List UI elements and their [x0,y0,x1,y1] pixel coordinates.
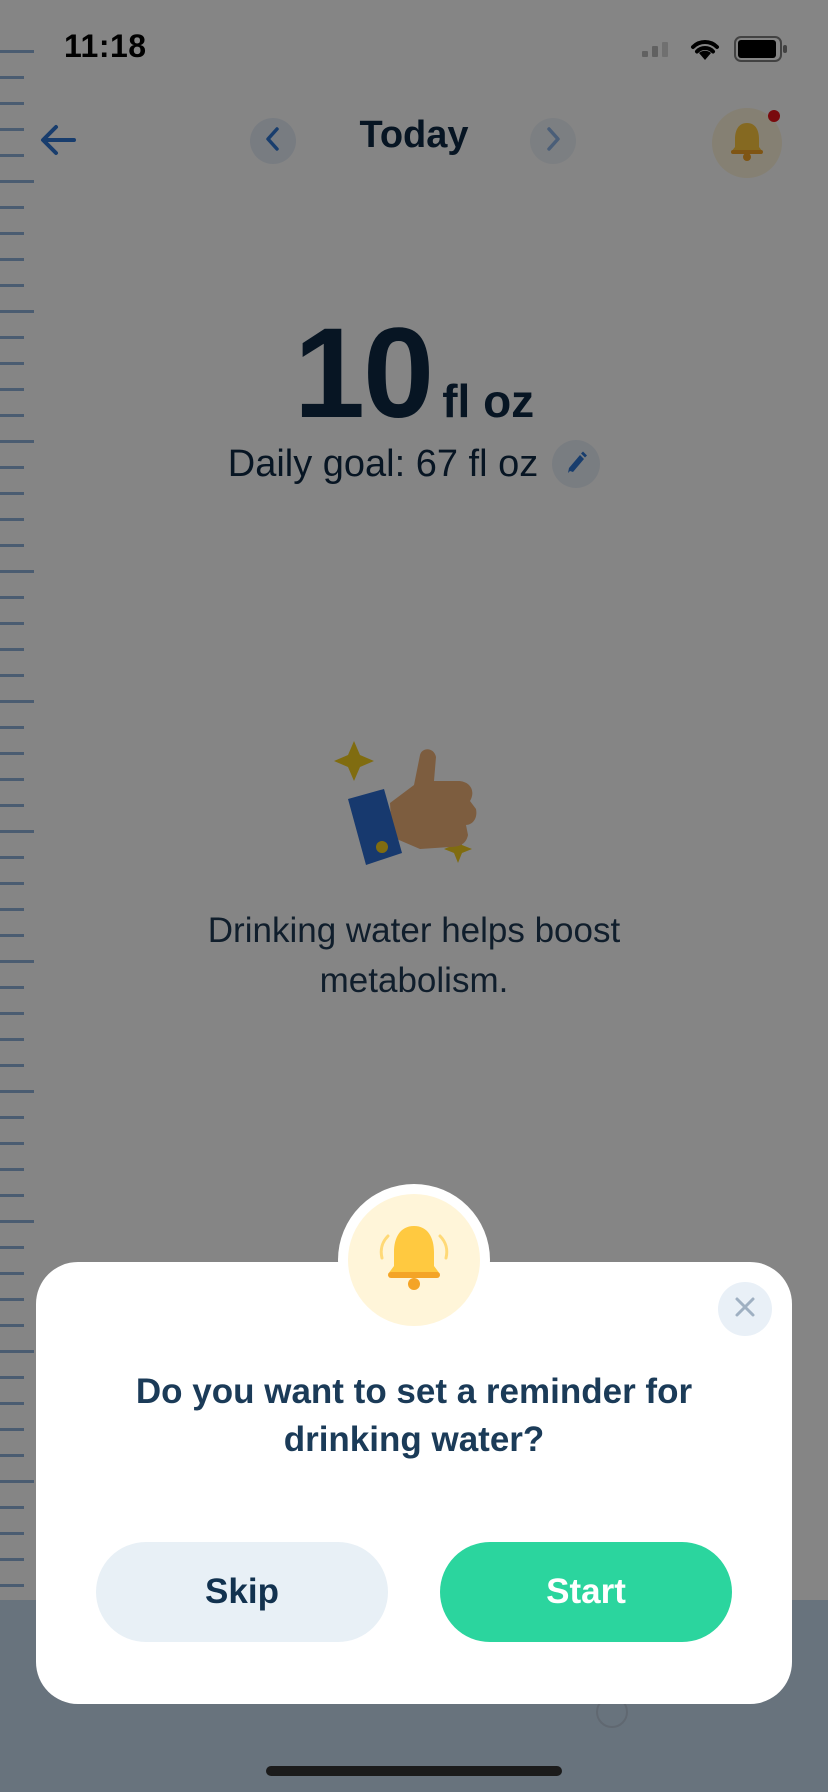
close-button[interactable] [718,1282,772,1336]
close-icon [734,1296,756,1322]
skip-button[interactable]: Skip [96,1542,388,1642]
dialog-badge [338,1184,490,1336]
water-tracker-screen: 11:18 Today 10 fl oz Daily goal: 67 fl o… [0,0,828,1792]
dialog-badge-inner [348,1194,480,1326]
dialog-question: Do you want to set a reminder for drinki… [135,1372,693,1459]
home-indicator [266,1766,562,1776]
ringing-bell-icon [374,1218,454,1302]
start-button[interactable]: Start [440,1542,732,1642]
